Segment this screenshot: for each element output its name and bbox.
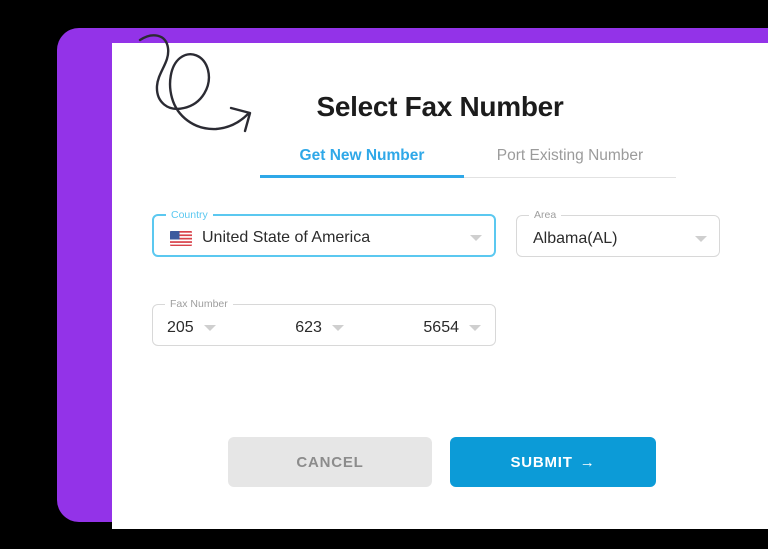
fax-number-segment-line[interactable]: 5654 bbox=[423, 319, 481, 337]
area-field-label: Area bbox=[534, 209, 557, 221]
country-field-row: Country United State of America bbox=[152, 209, 496, 257]
page-title: Select Fax Number bbox=[316, 91, 564, 122]
dialog-actions: CANCEL SUBMIT → bbox=[228, 437, 656, 487]
tab-port-existing-number[interactable]: Port Existing Number bbox=[464, 147, 676, 178]
cancel-button[interactable]: CANCEL bbox=[228, 437, 432, 487]
chevron-down-icon[interactable] bbox=[203, 324, 216, 331]
tab-bar: Get New Number Port Existing Number bbox=[260, 147, 676, 178]
fax-number-field-row: Fax Number 205 623 5654 bbox=[152, 298, 496, 346]
area-value: Albama(AL) bbox=[533, 229, 618, 247]
country-field-label: Country bbox=[171, 209, 208, 221]
tab-get-new-number[interactable]: Get New Number bbox=[260, 147, 464, 178]
fax-number-dialog-card: Select Fax Number Get New Number Port Ex… bbox=[112, 43, 768, 529]
chevron-down-icon[interactable] bbox=[695, 235, 707, 242]
country-select[interactable]: Country United State of America bbox=[152, 209, 496, 257]
country-value: United State of America bbox=[202, 229, 371, 246]
arrow-right-icon: → bbox=[579, 453, 596, 471]
fax-number-field-label: Fax Number bbox=[170, 298, 228, 310]
area-field-row: Area Albama(AL) bbox=[516, 209, 720, 257]
submit-button-label: SUBMIT bbox=[510, 453, 573, 471]
area-select[interactable]: Area Albama(AL) bbox=[516, 209, 720, 257]
chevron-down-icon[interactable] bbox=[470, 235, 482, 241]
submit-button[interactable]: SUBMIT → bbox=[450, 437, 656, 487]
chevron-down-icon[interactable] bbox=[331, 324, 344, 331]
fax-number-segment-prefix[interactable]: 623 bbox=[295, 319, 344, 337]
fax-number-group: Fax Number 205 623 5654 bbox=[152, 298, 496, 346]
fax-prefix-value: 623 bbox=[295, 318, 322, 336]
fax-line-value: 5654 bbox=[423, 318, 459, 336]
us-flag-icon bbox=[170, 230, 192, 246]
chevron-down-icon[interactable] bbox=[469, 324, 481, 331]
fax-area-code-value: 205 bbox=[167, 318, 194, 336]
fax-number-segment-area-code[interactable]: 205 bbox=[167, 319, 216, 337]
